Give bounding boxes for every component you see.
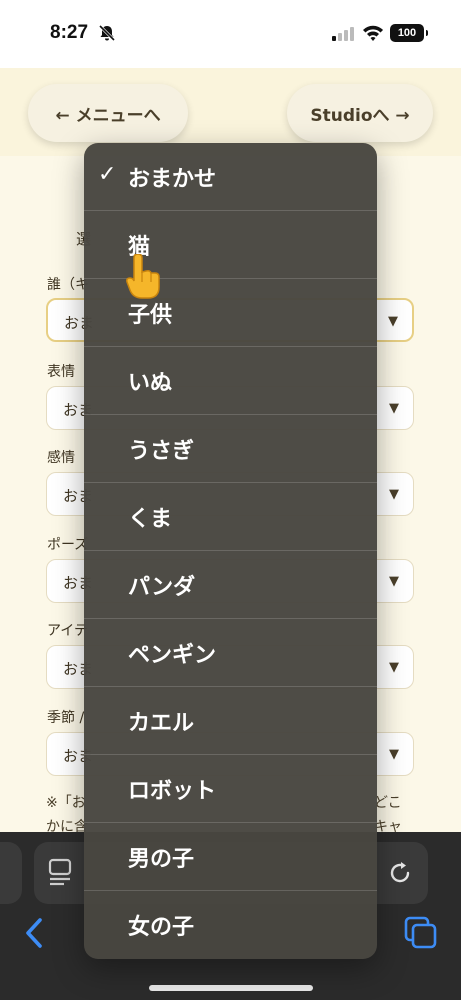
option-label: ロボット [128, 779, 217, 804]
studio-button[interactable]: Studioへ → [287, 84, 433, 142]
dropdown-option[interactable]: くま [84, 483, 377, 551]
pointing-hand-icon [126, 254, 160, 299]
field-label-pose: ポーズ [47, 537, 89, 553]
option-label: 女の子 [128, 915, 195, 940]
field-label-emotion: 感情 [47, 450, 75, 466]
field-label-item: アイテ [47, 623, 89, 639]
chevron-down-icon: ▼ [389, 747, 399, 762]
dropdown-option[interactable]: カエル [84, 687, 377, 755]
reader-icon[interactable] [48, 858, 74, 886]
dropdown-option[interactable]: ペンギン [84, 619, 377, 687]
dropdown-option[interactable]: うさぎ [84, 415, 377, 483]
option-label: パンダ [128, 575, 196, 600]
dropdown-option[interactable]: 女の子 [84, 891, 377, 959]
option-label: いぬ [128, 371, 173, 396]
previous-tab-edge[interactable] [0, 842, 22, 904]
dropdown-option[interactable]: ロボット [84, 755, 377, 823]
option-label: カエル [128, 711, 195, 736]
note-line-1-right: どこ [374, 795, 402, 811]
checkmark-icon: ✓ [98, 162, 117, 187]
battery-icon: 100 [390, 24, 428, 42]
back-chevron-icon[interactable] [22, 916, 46, 950]
tabs-icon[interactable] [404, 916, 438, 950]
chevron-down-icon: ▼ [389, 487, 399, 502]
signal-icon [332, 27, 354, 41]
option-label: うさぎ [128, 439, 195, 464]
option-label: 男の子 [128, 847, 195, 872]
chevron-down-icon: ▼ [389, 574, 399, 589]
chevron-down-icon: ▼ [389, 660, 399, 675]
option-label: おまかせ [128, 167, 217, 192]
home-indicator[interactable] [149, 985, 313, 991]
field-label-season: 季節 / [47, 710, 85, 726]
dropdown-option[interactable]: パンダ [84, 551, 377, 619]
status-time: 8:27 [50, 22, 89, 43]
option-label: くま [128, 507, 173, 532]
wifi-icon [363, 25, 383, 41]
dropdown-option[interactable]: いぬ [84, 347, 377, 415]
field-label-who: 誰（キ [47, 277, 89, 293]
bell-slash-icon [98, 24, 116, 42]
status-bar: 8:27 100 [0, 0, 461, 68]
chevron-down-icon: ▼ [388, 314, 398, 329]
option-label: 子供 [128, 303, 173, 328]
menu-back-button[interactable]: ← メニューへ [28, 84, 188, 142]
field-label-expression: 表情 [47, 364, 75, 380]
option-label: ペンギン [128, 643, 217, 668]
chevron-down-icon: ▼ [389, 401, 399, 416]
dropdown-option[interactable]: ✓ おまかせ [84, 143, 377, 211]
dropdown-option[interactable]: 男の子 [84, 823, 377, 891]
reload-icon[interactable] [388, 860, 414, 886]
